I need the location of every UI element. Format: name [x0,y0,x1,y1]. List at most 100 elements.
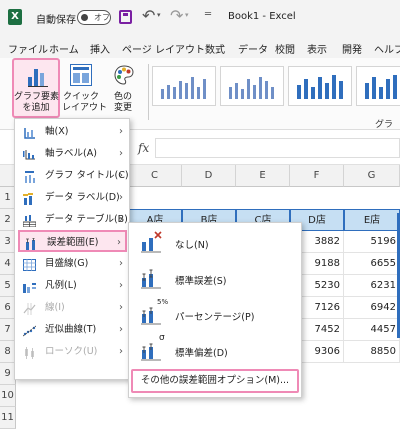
data-table-icon [22,214,37,228]
tab-home[interactable]: ホーム [49,41,79,56]
undo-dropdown-icon[interactable]: ▾ [157,11,161,19]
customize-qat-icon[interactable]: ═ [205,9,211,20]
error-bars-submenu: なし(N) 標準誤差(S) 5% パーセンテージ(P) σ 標準偏差(D) その… [128,222,302,398]
menu-item-label: 目盛線(G) [45,258,89,269]
tab-page-layout[interactable]: ページ レイアウト [122,41,205,56]
chevron-right-icon: › [119,324,123,335]
standard-error-icon [139,266,163,290]
menu-item-label: 軸ラベル(A) [45,148,97,159]
chevron-right-icon: › [119,192,123,203]
add-chart-element-button[interactable]: グラフ要素 を追加 [12,58,60,118]
chevron-right-icon: › [119,258,123,269]
chevron-right-icon: › [119,148,123,159]
chevron-right-icon: › [119,214,123,225]
formula-input[interactable] [155,138,400,158]
add-chart-element-menu: 軸(X) › 軸ラベル(A) › グラフ タイトル(C) › データ ラベル(D… [14,118,130,380]
axis-title-icon [23,148,36,160]
table-cell[interactable]: 8850 [344,341,400,363]
menu-item-chart-title[interactable]: グラフ タイトル(C) › [18,165,129,187]
undo-icon[interactable]: ↶ [142,6,155,25]
chevron-right-icon: › [119,126,123,137]
menu-item-label: グラフ タイトル(C) [45,170,129,181]
submenu-item-none[interactable]: なし(N) [133,225,293,261]
table-cell[interactable]: 4457 [344,319,400,341]
redo-dropdown-icon[interactable]: ▾ [185,11,189,19]
submenu-item-percentage[interactable]: 5% パーセンテージ(P) [133,297,293,333]
legend-icon [23,280,36,293]
change-colors-button[interactable]: 色の 変更 [104,60,142,118]
menu-item-label: 凡例(L) [45,280,77,291]
toggle-knob-icon [81,14,88,21]
tab-file[interactable]: ファイル [8,41,48,56]
quick-layout-label-2: レイアウト [62,103,108,113]
chart-style-thumbnail-4[interactable] [356,66,400,106]
tab-developer[interactable]: 開発 [342,41,362,56]
submenu-item-standard-deviation[interactable]: σ 標準偏差(D) [133,333,293,369]
menu-item-axes[interactable]: 軸(X) › [18,121,127,143]
menu-item-lines: 線(I) › [18,297,127,319]
submenu-item-label: 標準誤差(S) [175,276,227,287]
more-error-bar-options-button[interactable]: その他の誤差範囲オプション(M)... [131,369,299,393]
column-header-f[interactable]: F [290,165,344,187]
ribbon-tabs: ファイル ホーム 挿入 ページ レイアウト 数式 データ 校閲 表示 開発 ヘル… [0,34,400,58]
insert-function-icon[interactable]: fx [138,141,149,155]
add-chart-element-label-2: を追加 [22,103,50,113]
quick-layout-icon [70,64,92,86]
menu-item-data-labels[interactable]: データ ラベル(D) › [18,187,127,209]
header-cell-e-store[interactable]: E店 [344,209,400,231]
autosave-label: 自動保存 [36,15,76,26]
submenu-item-standard-error[interactable]: 標準誤差(S) [133,261,293,297]
table-cell[interactable]: 5196 [344,231,400,253]
title-bar: X 自動保存 オフ ↶ ▾ ↷ ▾ ═ Book1 - Excel [0,0,400,34]
submenu-item-label: 標準偏差(D) [175,348,228,359]
row-header-11[interactable]: 11 [0,407,16,429]
menu-item-legend[interactable]: 凡例(L) › [18,275,127,297]
updown-bars-icon [23,346,36,359]
menu-item-data-table[interactable]: データ テーブル(B) › [18,209,128,231]
chevron-right-icon: › [119,302,123,313]
chevron-right-icon: › [117,237,121,248]
tab-data[interactable]: データ [238,41,268,56]
menu-item-label: 誤差範囲(E) [47,237,99,248]
error-bars-icon [25,237,38,250]
redo-icon[interactable]: ↷ [170,6,183,25]
column-header-g[interactable]: G [344,165,400,187]
lines-icon [23,302,36,315]
menu-item-label: 軸(X) [45,126,69,137]
tab-insert[interactable]: 挿入 [90,41,110,56]
table-cell[interactable]: 6655 [344,253,400,275]
gridlines-icon [23,258,36,271]
tab-formulas[interactable]: 数式 [205,41,225,56]
data-labels-icon [23,192,36,205]
save-icon[interactable] [119,10,132,24]
column-header-d[interactable]: D [182,165,236,187]
chart-title-icon [23,170,36,183]
tab-review[interactable]: 校閲 [275,41,295,56]
row-header-10[interactable]: 10 [0,385,16,407]
column-header-c[interactable]: C [128,165,182,187]
menu-item-error-bars[interactable]: 誤差範囲(E) › [18,230,127,252]
chart-style-thumbnail-1[interactable] [152,66,216,106]
tab-help[interactable]: ヘルプ [374,41,400,56]
table-cell[interactable]: 6942 [344,297,400,319]
chevron-right-icon: › [119,346,123,357]
column-header-e[interactable]: E [236,165,290,187]
tab-view[interactable]: 表示 [307,41,327,56]
palette-icon [113,64,135,86]
chart-style-thumbnail-2[interactable] [220,66,284,106]
menu-item-gridlines[interactable]: 目盛線(G) › [18,253,127,275]
change-colors-label-2: 変更 [113,103,132,113]
chart-style-thumbnail-3[interactable] [288,66,352,106]
menu-item-trendline[interactable]: 近似曲線(T) › [18,319,127,341]
sigma-badge: σ [159,333,165,343]
menu-item-label: データ テーブル(B) [45,214,128,225]
table-cell[interactable]: 6231 [344,275,400,297]
submenu-item-label: パーセンテージ(P) [175,312,255,323]
quick-layout-button[interactable]: クイック レイアウト [62,60,108,118]
menu-item-label: データ ラベル(D) [45,192,120,203]
excel-logo-icon: X [8,9,22,25]
autosave-toggle[interactable]: オフ [77,10,111,25]
no-error-bars-icon [139,230,163,254]
menu-item-axis-titles[interactable]: 軸ラベル(A) › [18,143,127,165]
axes-icon [23,126,36,139]
